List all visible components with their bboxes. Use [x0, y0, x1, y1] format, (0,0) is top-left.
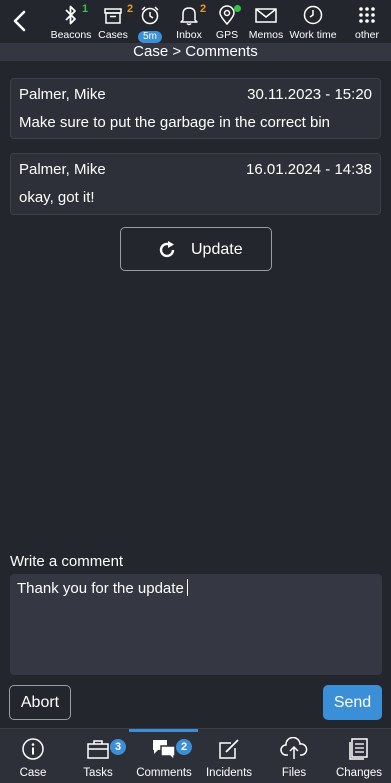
toolbar-other-label: other — [355, 29, 379, 41]
comments-icon — [153, 740, 176, 761]
edit-icon — [219, 739, 239, 759]
info-icon — [22, 738, 44, 760]
tab-changes[interactable]: Changes — [335, 737, 383, 779]
toolbar-timer[interactable]: 5m — [137, 4, 163, 43]
tab-incidents[interactable]: Incidents — [204, 737, 254, 779]
toolbar-memos[interactable]: Memos — [247, 4, 285, 42]
envelope-icon — [255, 8, 277, 23]
comment-card: Palmer, Mike 30.11.2023 - 15:20 Make sur… — [10, 78, 381, 139]
tab-files-label: Files — [281, 767, 307, 779]
bell-icon — [180, 7, 198, 26]
toolbar-gps-label: GPS — [215, 29, 239, 41]
toolbar-work-time[interactable]: Work time — [288, 4, 338, 42]
abort-button[interactable]: Abort — [9, 685, 71, 720]
tasks-count-badge: 3 — [110, 739, 126, 755]
comment-date: 30.11.2023 - 15:20 — [247, 86, 372, 103]
grid-icon — [359, 7, 375, 23]
toolbar-other[interactable]: other — [352, 4, 382, 42]
comments-count-badge: 2 — [176, 739, 192, 755]
toolbar-inbox[interactable]: 2 Inbox — [173, 3, 207, 42]
tab-tasks[interactable]: 3 Tasks — [80, 737, 126, 779]
gps-status-dot — [234, 5, 241, 12]
comment-author: Palmer, Mike — [19, 161, 106, 178]
write-comment-label: Write a comment — [10, 553, 124, 570]
toolbar-gps[interactable]: GPS — [213, 4, 241, 42]
tab-case-label: Case — [19, 767, 47, 779]
toolbar-beacons-label: Beacons — [50, 29, 92, 41]
toolbar-work-time-label: Work time — [289, 29, 337, 41]
toolbar-cases[interactable]: 2 Cases — [97, 3, 133, 42]
tab-incidents-label: Incidents — [205, 767, 253, 779]
timer-pill: 5m — [138, 31, 162, 43]
tab-files[interactable]: Files — [277, 737, 311, 779]
update-button-label: Update — [191, 241, 243, 258]
document-icon — [349, 738, 368, 760]
tab-comments-label: Comments — [136, 767, 192, 779]
comment-card: Palmer, Mike 16.01.2024 - 14:38 okay, go… — [10, 153, 381, 215]
toolbar-cases-label: Cases — [98, 29, 128, 41]
cases-badge: 2 — [127, 3, 134, 15]
comment-text: okay, got it! — [19, 189, 95, 206]
active-tab-indicator — [129, 729, 198, 732]
breadcrumb: Case > Comments — [0, 43, 391, 61]
refresh-icon — [159, 241, 175, 258]
update-button[interactable]: Update — [120, 227, 272, 271]
alarm-clock-icon — [141, 6, 159, 25]
comment-date: 16.01.2024 - 14:38 — [246, 161, 372, 178]
bluetooth-icon — [65, 5, 76, 25]
back-button[interactable] — [8, 8, 32, 34]
briefcase-icon — [87, 740, 109, 759]
bottom-nav: Case 3 Tasks 2 Comments Incidents Files … — [0, 728, 391, 783]
inbox-badge: 2 — [200, 3, 207, 15]
comment-author: Palmer, Mike — [19, 86, 106, 103]
comment-text: Make sure to put the garbage in the corr… — [19, 114, 331, 131]
send-button[interactable]: Send — [323, 685, 382, 720]
chevron-left-icon — [13, 10, 26, 32]
toolbar-inbox-label: Inbox — [176, 29, 202, 41]
comment-input[interactable]: Thank you for the update — [10, 574, 382, 675]
comment-input-value: Thank you for the update — [17, 580, 184, 597]
toolbar-beacons[interactable]: 1 Beacons — [50, 3, 92, 42]
tab-changes-label: Changes — [335, 767, 383, 779]
toolbar-memos-label: Memos — [248, 29, 284, 41]
tab-case[interactable]: Case — [14, 737, 52, 779]
cloud-upload-icon — [280, 737, 308, 759]
tab-comments[interactable]: 2 Comments — [134, 737, 194, 779]
cases-icon — [104, 8, 122, 24]
beacons-badge: 1 — [82, 3, 89, 15]
top-toolbar: 1 Beacons 2 Cases 5m 2 Inbox GPS Memos W… — [0, 0, 391, 43]
clock-icon — [303, 5, 323, 25]
text-caret — [186, 579, 188, 596]
tab-tasks-label: Tasks — [83, 767, 113, 779]
